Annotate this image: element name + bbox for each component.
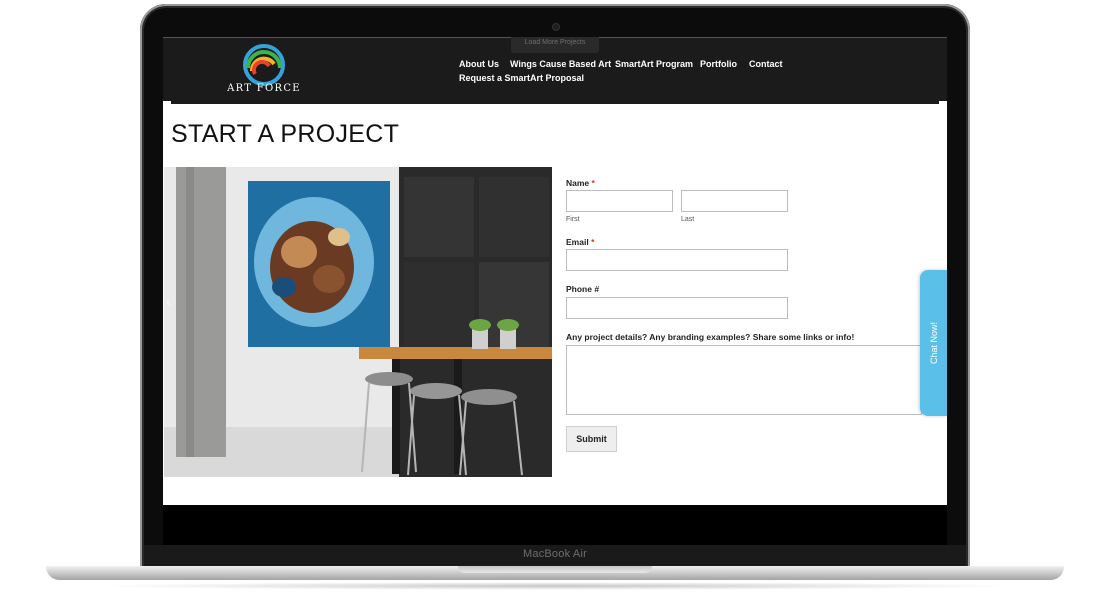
last-name-input[interactable] [681,190,788,212]
nav-smartart-program[interactable]: SmartArt Program [615,59,693,69]
submit-button[interactable]: Submit [566,426,617,452]
gallery-photo [164,167,552,477]
header-divider [171,101,939,104]
name-label: Name * [566,178,595,188]
nav-about-us[interactable]: About Us [459,59,499,69]
art-force-logo-icon[interactable] [243,44,285,86]
email-field[interactable] [566,249,788,271]
chat-now-label: Chat Now! [928,321,939,365]
required-mark: * [591,237,595,247]
name-label-text: Name [566,178,590,188]
phone-label: Phone # [566,284,600,294]
email-label: Email * [566,237,594,247]
last-sublabel: Last [681,216,695,223]
page-title: START A PROJECT [171,120,400,148]
details-label: Any project details? Any branding exampl… [566,332,855,342]
device-label: MacBook Air [523,548,587,560]
nav-contact[interactable]: Contact [749,59,783,69]
chevron-left-icon[interactable]: ‹ [166,293,178,309]
laptop-shadow [90,582,1020,590]
required-mark: * [591,178,595,188]
chat-now-tab[interactable]: Chat Now! [920,270,947,416]
camera-icon [552,23,560,31]
first-name-input[interactable] [566,190,673,212]
project-details-textarea[interactable] [566,345,922,415]
phone-field[interactable] [566,297,788,319]
logo-text[interactable]: ART FORCE [221,83,307,94]
page-footer-band [163,505,947,545]
nav-request-smartart-proposal[interactable]: Request a SmartArt Proposal [459,73,584,83]
email-label-text: Email [566,237,589,247]
nav-wings-cause-based-art[interactable]: Wings Cause Based Art [510,59,611,69]
laptop-notch [458,566,652,573]
site-header: ART FORCE Load More Projects About Us Wi… [163,37,947,101]
nav-portfolio[interactable]: Portfolio [700,59,737,69]
first-sublabel: First [566,216,580,223]
browser-viewport: ART FORCE Load More Projects About Us Wi… [163,37,947,505]
load-more-tooltip: Load More Projects [511,37,599,53]
